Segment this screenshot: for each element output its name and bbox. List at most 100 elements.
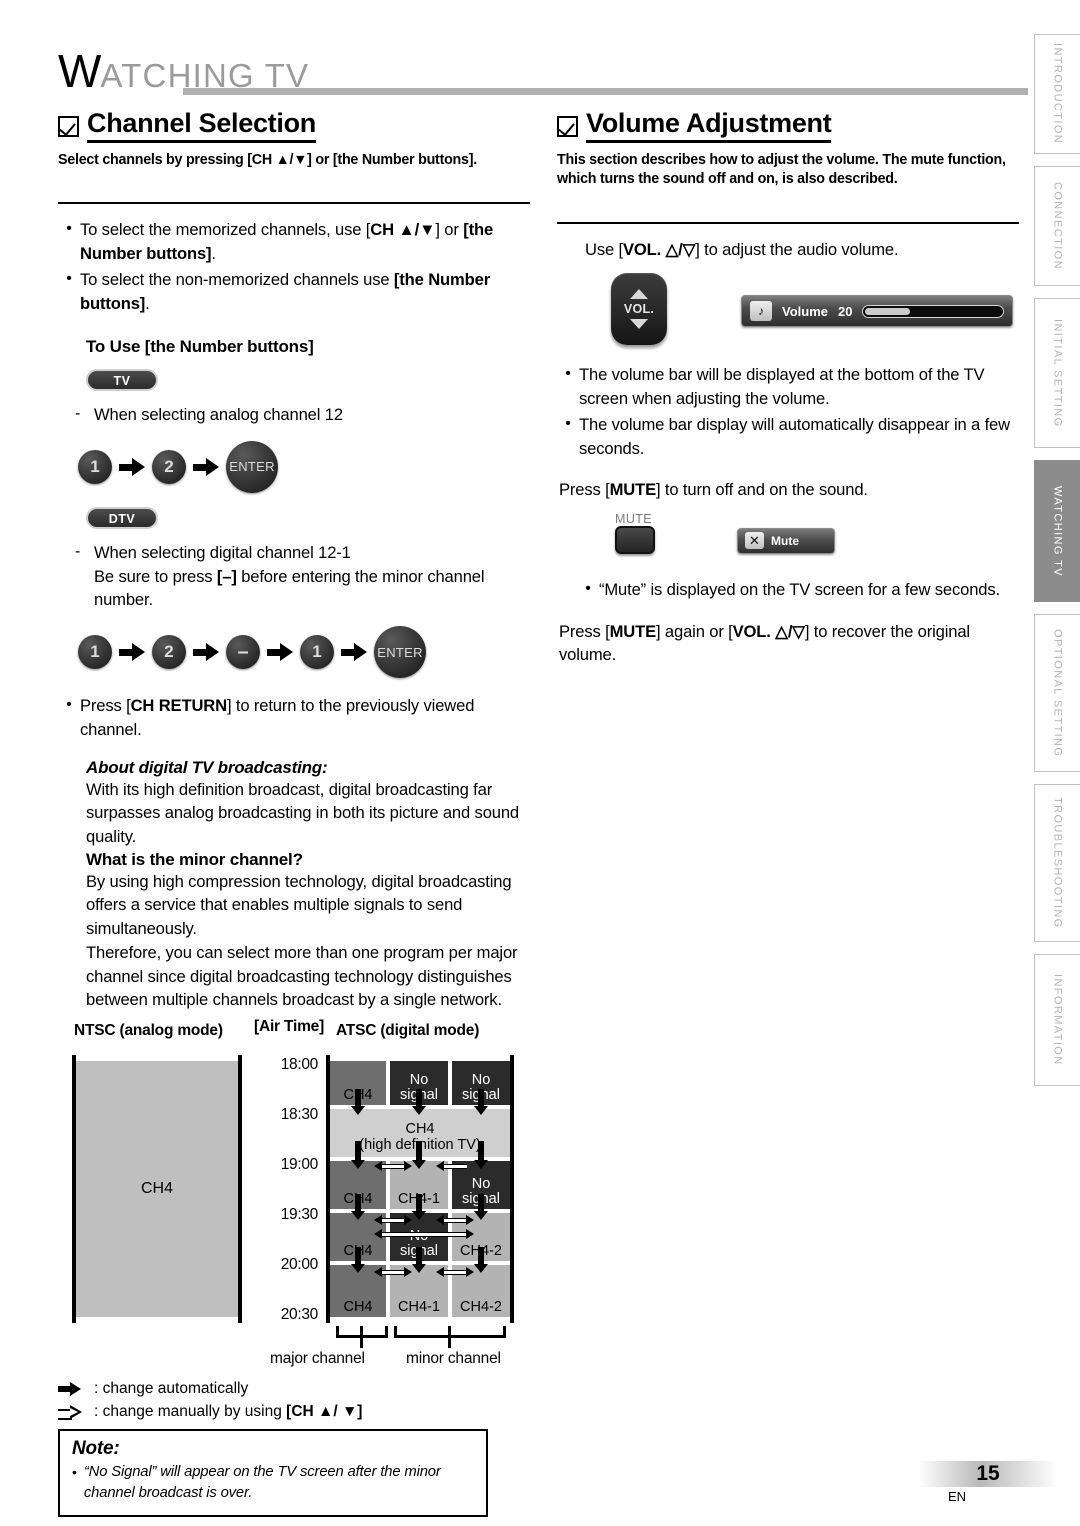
osd-volume-value: 20	[838, 303, 853, 319]
page-footer: 15 EN	[898, 1461, 1058, 1504]
auto-change-arrow-icon	[351, 1141, 365, 1169]
bullet-marker: •	[66, 696, 72, 714]
tab-label: OPTIONAL SETTING	[1051, 628, 1064, 758]
time-label: 19:00	[280, 1156, 319, 1173]
bullet-text: The volume bar display will automaticall…	[579, 414, 1010, 458]
section-divider	[557, 221, 1019, 224]
dash-marker: -	[75, 405, 81, 423]
channel-bullets: • To select the memorized channels, use …	[58, 218, 530, 315]
tab-watching-tv[interactable]: WATCHING TV	[1034, 460, 1080, 602]
auto-change-arrow-icon	[412, 1141, 426, 1169]
list-item: • To select the non-memorized channels u…	[58, 268, 530, 315]
auto-change-arrow-icon	[412, 1194, 426, 1220]
key-button-1b[interactable]: 1	[300, 635, 334, 670]
minor-channel-brace-stem	[448, 1326, 451, 1348]
key-button-enter[interactable]: ENTER	[226, 440, 278, 493]
note-bullet: •	[72, 1464, 77, 1480]
minor-channel-label: minor channel	[406, 1350, 501, 1367]
recover-instruction: Press [MUTE] again or [VOL. △/▽] to reco…	[559, 621, 970, 665]
mute-controls-row: MUTE ✕ Mute	[557, 512, 1020, 554]
manual-change-arrow-icon	[374, 1215, 412, 1226]
osd-mute-indicator: ✕ Mute	[737, 527, 835, 554]
osd-volume-label: Volume	[782, 303, 828, 319]
note-title: Note:	[72, 1438, 120, 1459]
section-title-text: Volume Adjustment	[586, 108, 832, 144]
ntsc-right-rule	[238, 1055, 242, 1323]
key-button-2[interactable]: 2	[152, 449, 186, 484]
tab-connection[interactable]: CONNECTION	[1034, 166, 1080, 286]
mute-x-icon: ✕	[745, 532, 764, 550]
minor-channel-heading: What is the minor channel?	[86, 849, 303, 869]
digital-key-sequence: 1 2 – 1 ENTER	[78, 626, 530, 679]
manual-change-arrow-icon	[374, 1229, 474, 1240]
mute-button[interactable]	[615, 525, 655, 554]
list-item: • The volume bar display will automatica…	[557, 413, 1020, 460]
list-item: • The volume bar will be displayed at th…	[557, 363, 1020, 410]
ntsc-label: NTSC (analog mode)	[74, 1022, 223, 1039]
key-button-1[interactable]: 1	[78, 449, 112, 484]
arrow-right-icon	[186, 635, 226, 669]
tab-initial-setting[interactable]: INITIAL SETTING	[1034, 298, 1080, 448]
auto-change-arrow-icon	[351, 1194, 365, 1220]
time-label: 20:00	[280, 1256, 319, 1273]
mute-key-label: MUTE	[615, 511, 653, 526]
ch-return-bullet: • Press [CH RETURN] to return to the pre…	[58, 694, 530, 741]
key-button-1[interactable]: 1	[78, 635, 112, 670]
ntsc-column: CH4	[72, 1055, 242, 1323]
time-label: 18:30	[280, 1106, 319, 1123]
volume-bullets: • The volume bar will be displayed at th…	[557, 363, 1020, 460]
use-vol-instruction: Use [VOL. △/▽] to adjust the audio volum…	[585, 239, 899, 259]
digital-instruction-text: When selecting digital channel 12-1 Be s…	[94, 541, 530, 612]
legend-row-manual: : change manually by using [CH ▲/ ▼]	[58, 1403, 530, 1421]
tab-information[interactable]: INFORMATION	[1034, 954, 1080, 1086]
vol-rocker-button[interactable]: VOL.	[611, 273, 667, 346]
channel-timing-diagram: NTSC (analog mode) [Air Time] ATSC (digi…	[58, 1018, 528, 1350]
manual-change-arrow-icon	[374, 1161, 412, 1172]
note-box: Note: • “No Signal” will appear on the T…	[58, 1429, 488, 1517]
about-digital-paragraph: With its high definition broadcast, digi…	[86, 779, 520, 846]
channel-selection-heading: Channel Selection	[58, 108, 530, 144]
airtime-label: [Air Time]	[254, 1018, 325, 1035]
arrow-right-icon	[334, 635, 374, 669]
legend-auto-text: : change automatically	[94, 1380, 249, 1397]
atsc-label: ATSC (digital mode)	[336, 1022, 480, 1039]
checkbox-icon	[557, 116, 578, 137]
tag-dtv: DTV	[86, 506, 158, 529]
minor-channel-paragraph-2: Therefore, you can select more than one …	[86, 942, 518, 1010]
dash-marker: -	[75, 542, 81, 560]
arrow-right-icon	[186, 450, 226, 484]
digital-line-1: When selecting digital channel 12-1	[94, 542, 351, 562]
key-button-minus[interactable]: –	[226, 635, 260, 670]
manual-change-arrow-icon	[436, 1267, 474, 1278]
hollow-arrow-icon	[58, 1404, 86, 1420]
chevron-down-icon	[630, 319, 648, 330]
tab-introduction[interactable]: INTRODUCTION	[1034, 34, 1080, 154]
diagram-legend: : change automatically : change manually…	[58, 1380, 530, 1421]
manual-page: WATCHING TV Channel Selection Select cha…	[0, 0, 1080, 1526]
page-language: EN	[947, 1489, 967, 1504]
digital-line-2: Be sure to press [–] before entering the…	[94, 566, 485, 610]
to-use-number-buttons-heading: To Use [the Number buttons]	[86, 337, 314, 357]
time-label: 19:30	[280, 1206, 319, 1223]
bullet-marker: •	[565, 414, 571, 432]
legend-manual-text: : change manually by using [CH ▲/ ▼]	[94, 1403, 363, 1420]
page-number-bar: 15	[918, 1461, 1058, 1487]
tab-troubleshooting[interactable]: TROUBLESHOOTING	[1034, 784, 1080, 942]
tab-optional-setting[interactable]: OPTIONAL SETTING	[1034, 614, 1080, 772]
chevron-up-icon	[630, 289, 648, 300]
tab-label: INITIAL SETTING	[1051, 318, 1064, 428]
digital-instruction: - When selecting digital channel 12-1 Be…	[72, 541, 530, 612]
bullet-marker: •	[66, 269, 72, 287]
page-number: 15	[976, 1462, 1000, 1485]
key-button-2[interactable]: 2	[152, 635, 186, 670]
right-column: Volume Adjustment This section describes…	[557, 108, 1020, 667]
analog-key-sequence: 1 2 ENTER	[78, 440, 530, 493]
analog-instruction-text: When selecting analog channel 12	[94, 405, 343, 425]
bullet-text: To select the memorized channels, use [C…	[80, 220, 494, 264]
key-button-enter[interactable]: ENTER	[374, 626, 426, 679]
auto-change-arrow-icon	[351, 1089, 365, 1115]
time-label: 20:30	[280, 1306, 319, 1323]
volume-controls-row: VOL. ♪ Volume 20	[557, 273, 1020, 346]
mute-bullet-row: • “Mute” is displayed on the TV screen f…	[557, 578, 1020, 602]
manual-change-arrow-icon	[374, 1267, 412, 1278]
